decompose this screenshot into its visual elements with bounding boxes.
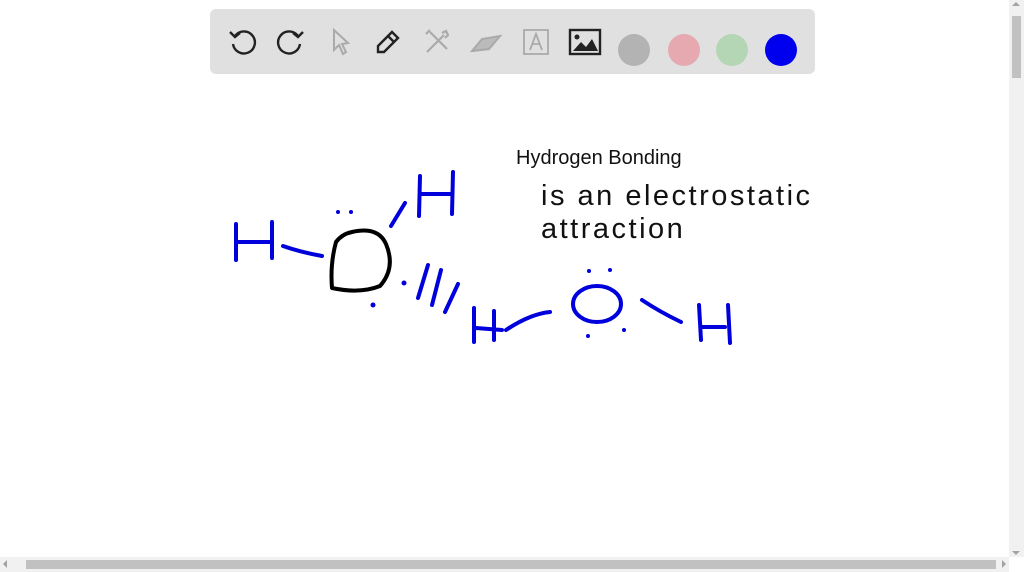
undo-icon bbox=[229, 30, 257, 55]
select-icon bbox=[333, 27, 351, 56]
tools-button[interactable] bbox=[420, 25, 454, 59]
color-pink[interactable] bbox=[668, 34, 700, 66]
horizontal-scroll-thumb[interactable] bbox=[26, 560, 996, 569]
tools-icon bbox=[425, 29, 450, 53]
select-tool[interactable] bbox=[323, 25, 357, 59]
color-green[interactable] bbox=[716, 34, 748, 66]
scroll-left-arrow-icon[interactable] bbox=[3, 560, 7, 568]
vertical-scroll-thumb[interactable] bbox=[1012, 16, 1021, 78]
redo-icon bbox=[276, 30, 304, 55]
toolbar bbox=[210, 9, 815, 74]
color-gray[interactable] bbox=[618, 34, 650, 66]
drawing-canvas[interactable]: Hydrogen Bonding is an electrostatic att… bbox=[0, 0, 1008, 556]
scroll-down-arrow-icon[interactable] bbox=[1012, 551, 1020, 555]
color-blue[interactable] bbox=[765, 34, 797, 66]
body-text: is an electrostatic attraction bbox=[541, 180, 813, 246]
redo-button[interactable] bbox=[274, 25, 308, 59]
eraser-icon bbox=[469, 34, 503, 53]
text-line-1: is an electrostatic bbox=[541, 180, 813, 212]
scroll-right-arrow-icon[interactable] bbox=[1002, 560, 1006, 568]
text-tool[interactable] bbox=[519, 25, 553, 59]
text-icon bbox=[523, 29, 549, 55]
vertical-scrollbar[interactable] bbox=[1009, 0, 1024, 557]
text-line-2: attraction bbox=[541, 213, 686, 245]
image-icon bbox=[568, 28, 602, 56]
hydrogen-bond-sketch bbox=[234, 170, 732, 345]
horizontal-scrollbar[interactable] bbox=[0, 557, 1009, 572]
eraser-tool[interactable] bbox=[469, 25, 503, 59]
scroll-up-arrow-icon[interactable] bbox=[1012, 2, 1020, 6]
pen-icon bbox=[376, 30, 400, 54]
heading-text: Hydrogen Bonding bbox=[516, 147, 682, 169]
pen-tool[interactable] bbox=[371, 25, 405, 59]
undo-button[interactable] bbox=[225, 25, 259, 59]
image-tool[interactable] bbox=[568, 25, 602, 59]
